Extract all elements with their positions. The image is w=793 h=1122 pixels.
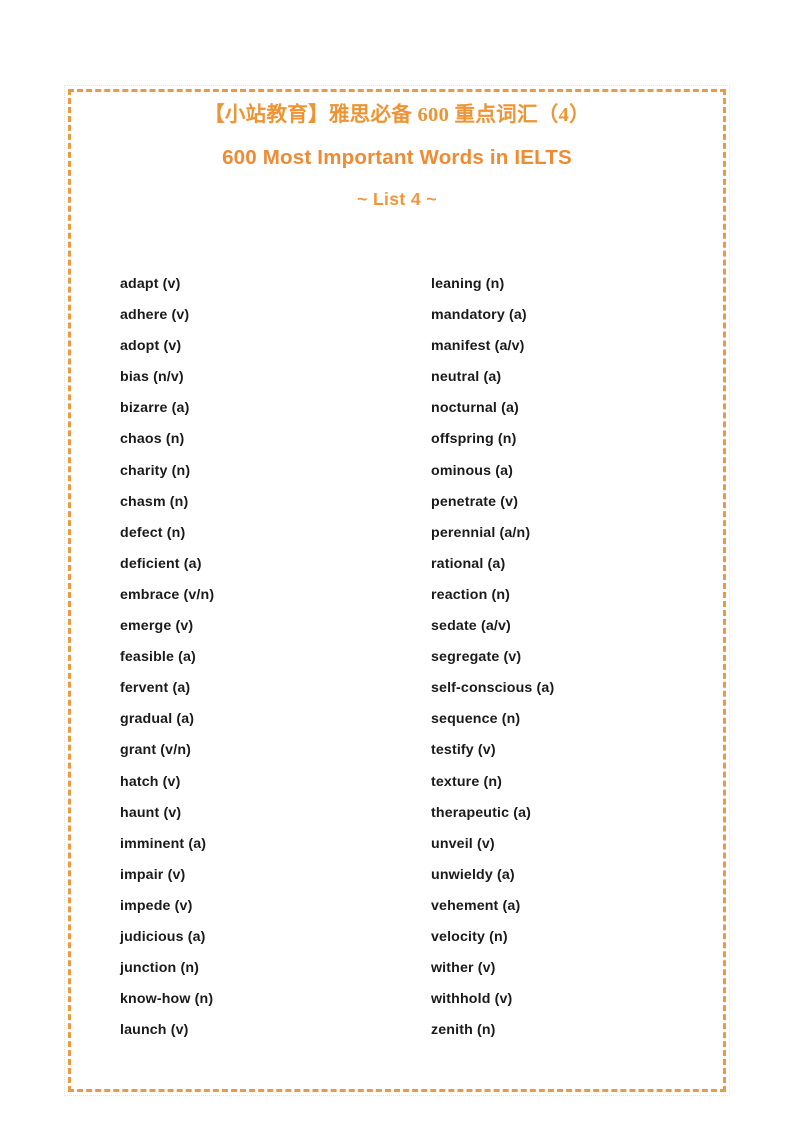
- word-entry: wither (v): [431, 960, 496, 977]
- word-entry: unveil (v): [431, 835, 495, 852]
- word-entry: unwieldy (a): [431, 866, 515, 883]
- word-entry: ominous (a): [431, 462, 514, 479]
- word-entry: imminent (a): [120, 835, 207, 852]
- word-entry: hatch (v): [120, 773, 181, 790]
- word-entry: self-conscious (a): [431, 680, 555, 697]
- word-entry: bizarre (a): [120, 400, 190, 417]
- word-entry: adhere (v): [120, 307, 190, 324]
- word-entry: segregate (v): [431, 649, 522, 666]
- word-entry: junction (n): [120, 960, 200, 977]
- word-entry: zenith (n): [431, 1022, 496, 1039]
- vocabulary-column-right: leaning (n) mandatory (a) manifest (a/v)…: [379, 269, 726, 1046]
- word-entry: texture (n): [431, 773, 503, 790]
- word-entry: bias (n/v): [120, 369, 184, 386]
- word-entry: chasm (n): [120, 493, 189, 510]
- word-entry: deficient (a): [120, 555, 202, 572]
- word-entry: grant (v/n): [120, 742, 192, 759]
- word-entry: therapeutic (a): [431, 804, 532, 821]
- word-entry: impair (v): [120, 866, 186, 883]
- word-entry: reaction (n): [431, 586, 511, 603]
- word-entry: withhold (v): [431, 991, 513, 1008]
- vocabulary-columns: adapt (v) adhere (v) adopt (v) bias (n/v…: [68, 269, 726, 1046]
- word-entry: fervent (a): [120, 680, 191, 697]
- word-entry: adapt (v): [120, 276, 181, 292]
- word-entry: chaos (n): [120, 431, 185, 448]
- word-entry: emerge (v): [120, 618, 194, 635]
- word-entry: testify (v): [431, 742, 496, 759]
- word-entry: haunt (v): [120, 804, 182, 821]
- word-entry: adopt (v): [120, 338, 182, 355]
- vocabulary-column-left: adapt (v) adhere (v) adopt (v) bias (n/v…: [68, 269, 379, 1046]
- title-english: 600 Most Important Words in IELTS: [222, 146, 572, 169]
- title-chinese: 【小站教育】雅思必备 600 重点词汇（4）: [204, 104, 590, 126]
- word-entry: offspring (n): [431, 431, 517, 448]
- word-entry: impede (v): [120, 897, 193, 914]
- word-entry: velocity (n): [431, 928, 508, 945]
- word-entry: know-how (n): [120, 991, 214, 1008]
- word-entry: nocturnal (a): [431, 400, 519, 417]
- document-page: 【小站教育】雅思必备 600 重点词汇（4） 600 Most Importan…: [0, 0, 793, 1122]
- list-label: ~ List 4 ~: [357, 189, 437, 209]
- word-entry: feasible (a): [120, 649, 196, 666]
- word-entry: sedate (a/v): [431, 618, 511, 635]
- word-entry: manifest (a/v): [431, 338, 525, 355]
- word-entry: judicious (a): [120, 928, 206, 945]
- word-entry: neutral (a): [431, 369, 502, 386]
- document-heading: 【小站教育】雅思必备 600 重点词汇（4） 600 Most Importan…: [68, 89, 726, 213]
- word-entry: sequence (n): [431, 711, 521, 728]
- word-entry: mandatory (a): [431, 307, 527, 324]
- word-entry: charity (n): [120, 462, 191, 479]
- word-entry: rational (a): [431, 555, 506, 572]
- word-entry: defect (n): [120, 524, 186, 541]
- word-entry: perennial (a/n): [431, 524, 531, 541]
- word-entry: gradual (a): [120, 711, 195, 728]
- word-entry: launch (v): [120, 1022, 189, 1039]
- word-entry: leaning (n): [431, 276, 505, 292]
- word-entry: vehement (a): [431, 897, 521, 914]
- word-entry: embrace (v/n): [120, 586, 215, 603]
- document-content: 【小站教育】雅思必备 600 重点词汇（4） 600 Most Importan…: [68, 89, 726, 1092]
- word-entry: penetrate (v): [431, 493, 519, 510]
